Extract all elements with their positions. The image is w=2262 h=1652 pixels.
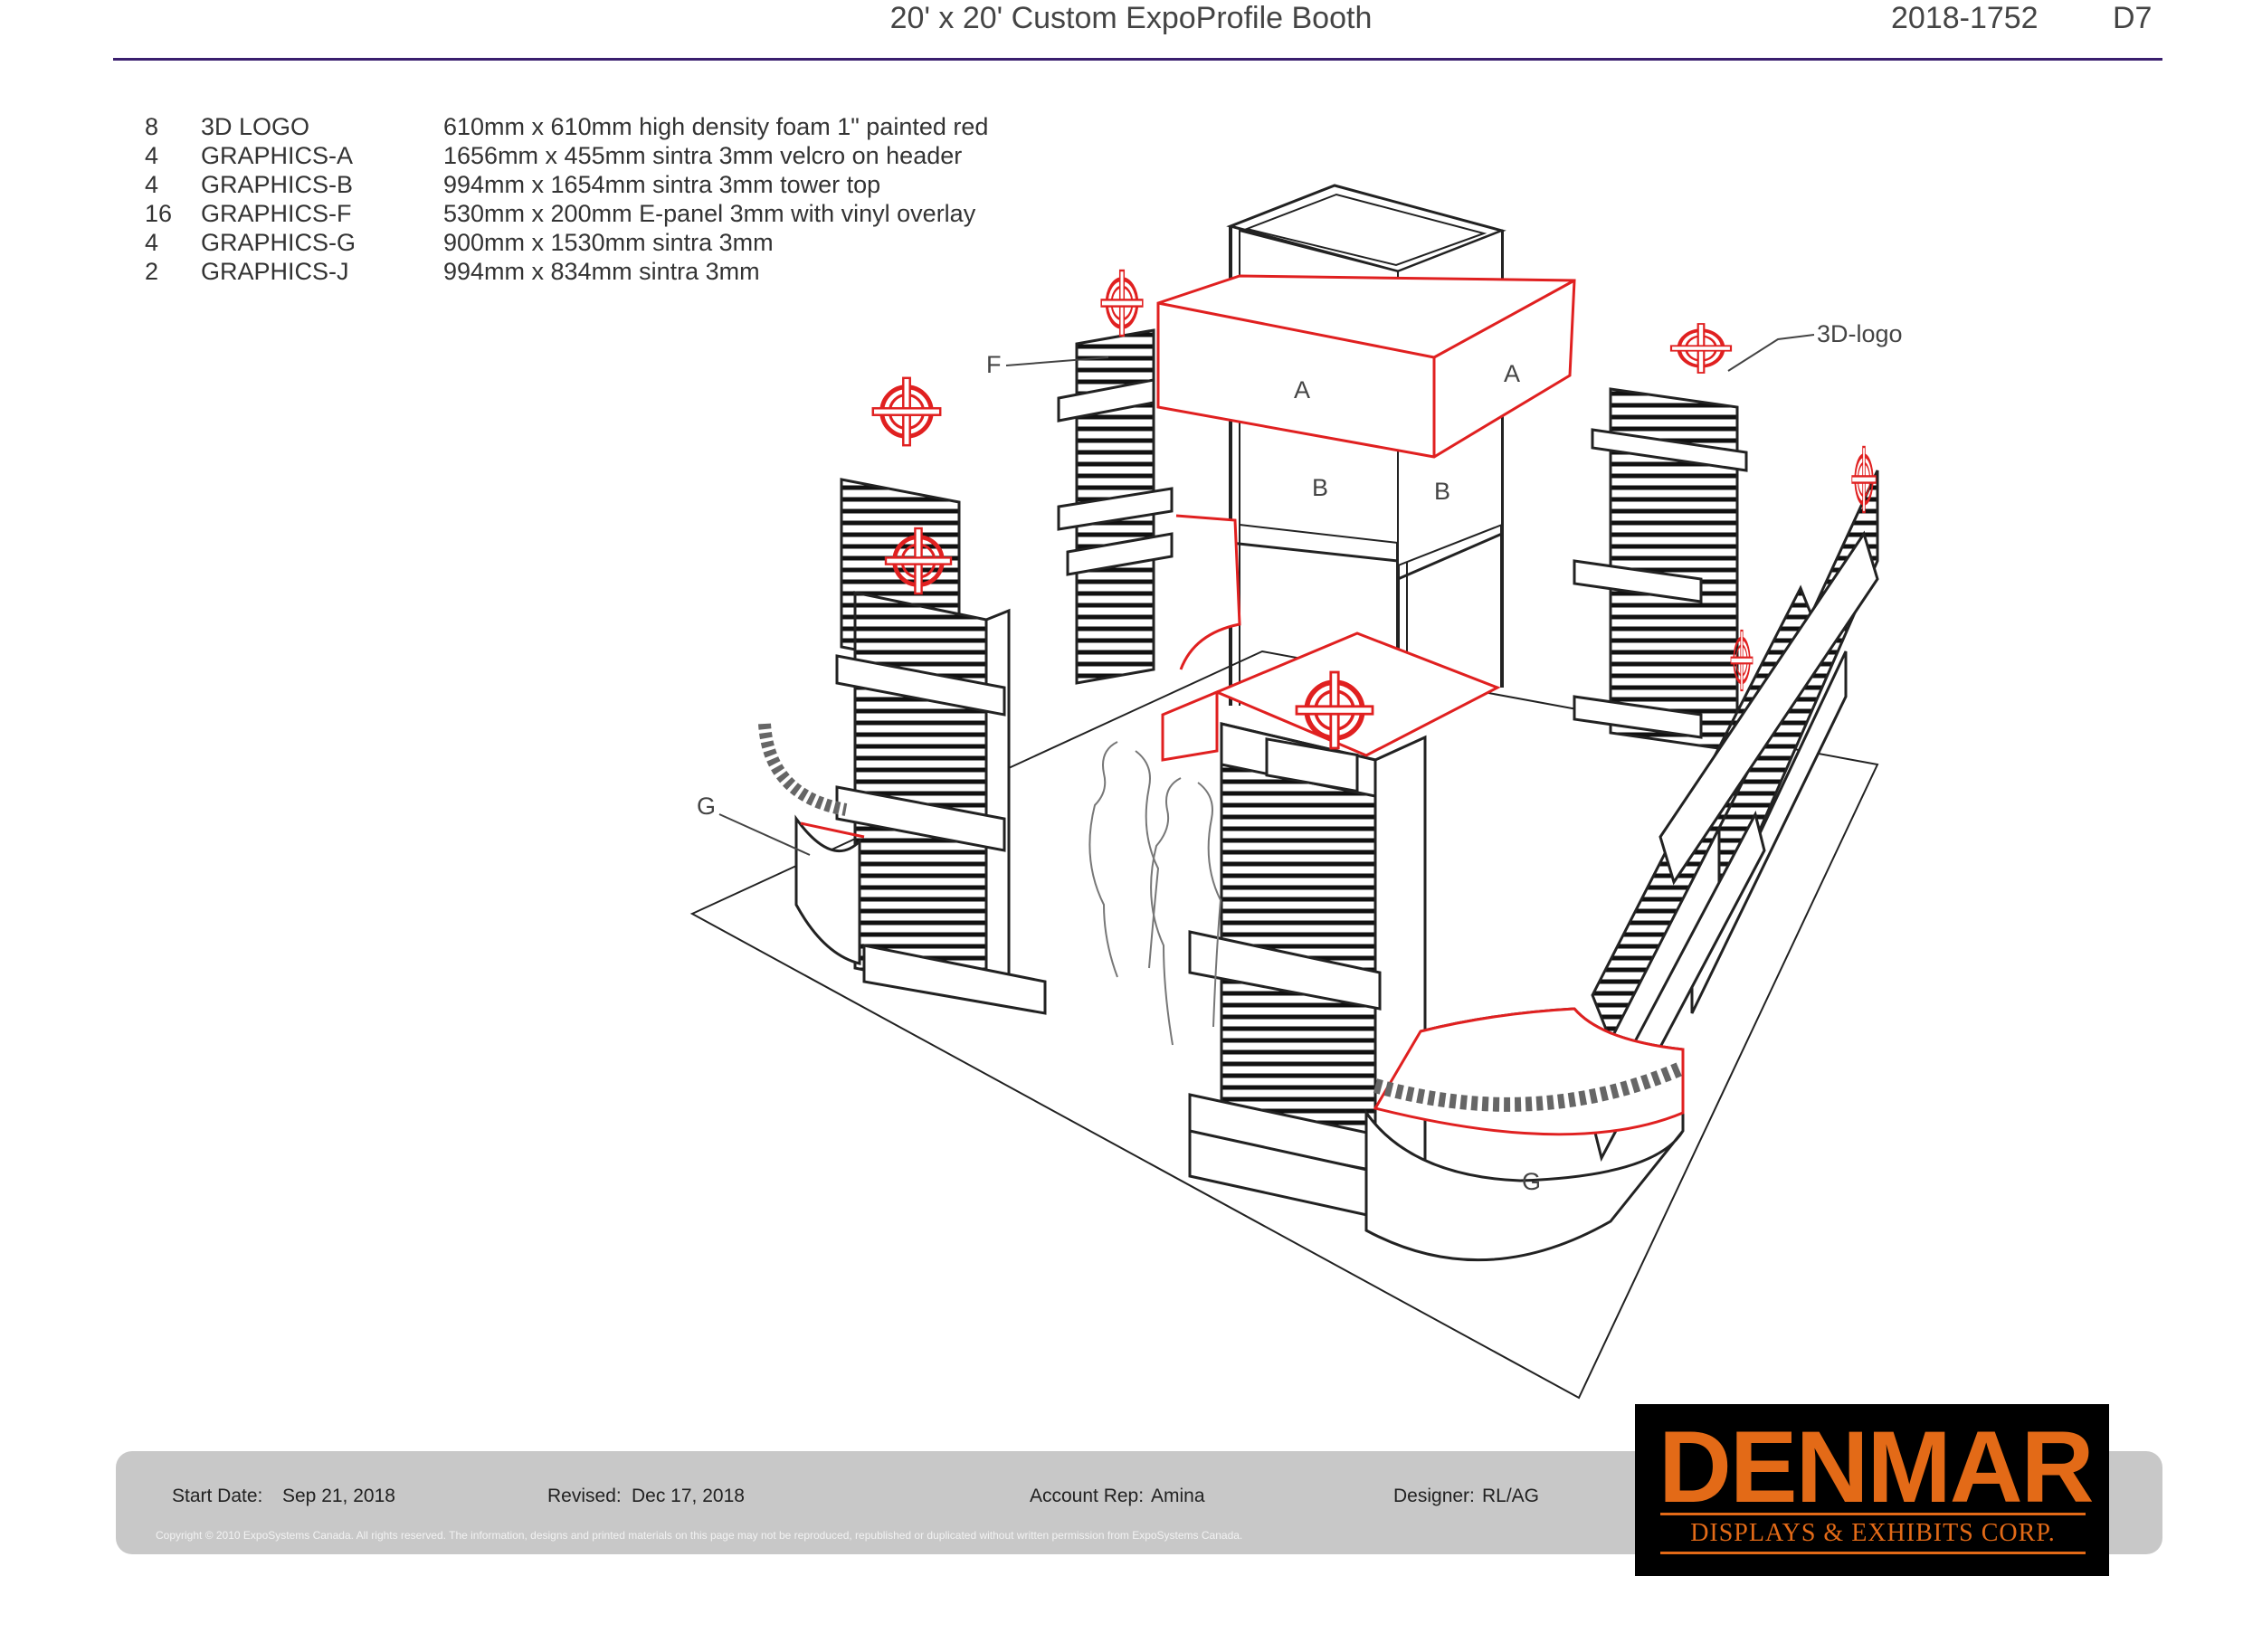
logo-rule (1660, 1552, 2086, 1554)
label-b-side: B (1434, 478, 1450, 505)
start-date-value: Sep 21, 2018 (282, 1486, 395, 1506)
label-a-side: A (1504, 360, 1520, 387)
logo-leader (1727, 334, 1815, 372)
account-rep-value: Amina (1151, 1486, 1205, 1506)
revised-label: Revised: (547, 1486, 622, 1506)
label-a-front: A (1294, 376, 1310, 404)
label-3d-logo: 3D-logo (1817, 320, 1903, 347)
logo-rule (1660, 1513, 2086, 1515)
logo-tagline: DISPLAYS & EXHIBITS CORP. (1690, 1519, 2056, 1547)
label-b-front: B (1312, 474, 1328, 501)
3d-logo (1671, 324, 1731, 373)
designer-label: Designer: (1393, 1486, 1475, 1506)
rear-right-tower (1573, 387, 1748, 753)
3d-logo (1101, 271, 1143, 336)
label-g-front: G (1522, 1168, 1541, 1195)
logo-wordmark: DENMAR (1658, 1410, 2095, 1524)
3d-logo (873, 378, 940, 445)
revised-value: Dec 17, 2018 (632, 1486, 745, 1506)
label-f: F (986, 351, 1002, 378)
designer-value: RL/AG (1482, 1486, 1540, 1506)
copyright-notice: Copyright © 2010 ExpoSystems Canada. All… (156, 1529, 1243, 1542)
company-logo: DENMAR DISPLAYS & EXHIBITS CORP. (1635, 1404, 2109, 1576)
account-rep-label: Account Rep: (1030, 1486, 1145, 1506)
label-g-left: G (697, 793, 716, 820)
start-date-label: Start Date: (172, 1486, 263, 1506)
